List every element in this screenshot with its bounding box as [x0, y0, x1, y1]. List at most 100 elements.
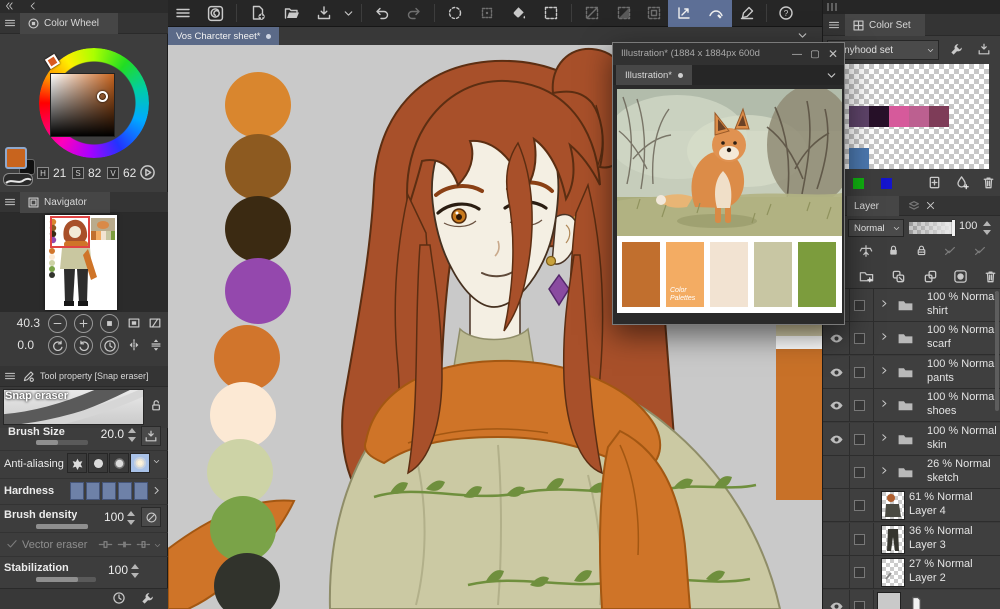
- main-color-chip[interactable]: [5, 147, 27, 169]
- layer-row-shoes[interactable]: 100 % Normal shoes: [823, 389, 1000, 423]
- brush-density-value[interactable]: 100: [94, 510, 124, 524]
- flip-vertical-icon[interactable]: [149, 338, 163, 352]
- back-icon[interactable]: [28, 1, 38, 11]
- transform-settings-icon[interactable]: [859, 244, 873, 258]
- layer-row-Layer 2[interactable]: 27 % Normal Layer 2: [823, 556, 1000, 590]
- tab-color-wheel[interactable]: Color Wheel: [20, 13, 118, 34]
- transparent-color-chip[interactable]: [3, 173, 33, 186]
- toolbar-selection-marquee-icon[interactable]: [535, 0, 567, 27]
- hardness-block-1[interactable]: [70, 482, 84, 500]
- stabilization-value[interactable]: 100: [98, 563, 128, 577]
- layer-row-Layer 3[interactable]: 36 % Normal Layer 3: [823, 522, 1000, 556]
- new-folder-icon[interactable]: [859, 269, 874, 284]
- layer-checkbox[interactable]: [854, 333, 865, 345]
- expand-chevron-icon[interactable]: [879, 398, 890, 409]
- saturation-value-box[interactable]: [50, 73, 115, 137]
- color-set-swatch-0[interactable]: [849, 106, 869, 127]
- brush-density-slider[interactable]: [36, 524, 88, 529]
- hardness-expand-icon[interactable]: [151, 485, 162, 496]
- layer-name[interactable]: shirt: [927, 305, 999, 317]
- reset-tool-icon[interactable]: [112, 591, 126, 605]
- layer-row-paper[interactable]: [823, 589, 1000, 609]
- zoom-reset-button[interactable]: [100, 314, 119, 333]
- blend-mode-select[interactable]: Normal: [848, 219, 904, 237]
- anti-aliasing-chevron-icon[interactable]: [152, 457, 161, 466]
- color-set-swatch-1[interactable]: [869, 106, 889, 127]
- hardness-block-5[interactable]: [134, 482, 148, 500]
- brush-size-stepper[interactable]: [128, 428, 137, 442]
- close-icon[interactable]: ✕: [826, 47, 840, 61]
- edit-color-set-icon[interactable]: [949, 42, 964, 57]
- fit-to-screen-icon[interactable]: [127, 316, 141, 330]
- layer-thumbnail[interactable]: [881, 524, 905, 554]
- saturation-value[interactable]: 82: [88, 166, 101, 180]
- toolbar-main-menu-icon[interactable]: [168, 0, 198, 27]
- layer-checkbox[interactable]: [854, 366, 865, 378]
- panel-menu-icon[interactable]: [4, 370, 16, 382]
- layer-checkbox[interactable]: [854, 533, 865, 545]
- toolbar-help-icon[interactable]: ?: [771, 0, 801, 27]
- toolbar-snap-to-grid-icon[interactable]: [732, 0, 762, 27]
- brush-size-slider[interactable]: [36, 440, 88, 445]
- hardness-block-3[interactable]: [102, 482, 116, 500]
- layer-visibility-toggle[interactable]: [825, 389, 847, 422]
- illustration-tab[interactable]: Illustration*: [616, 65, 692, 85]
- tab-list-chevron-icon[interactable]: [796, 29, 809, 42]
- anti-aliasing-weak-button[interactable]: [88, 453, 108, 473]
- float-tab-chevron-icon[interactable]: [825, 69, 838, 82]
- layer-thumbnail[interactable]: [881, 558, 905, 588]
- rotate-right-button[interactable]: [74, 336, 93, 355]
- layer-mask-icon[interactable]: [953, 269, 968, 284]
- layer-checkbox[interactable]: [854, 300, 865, 311]
- toolbar-save-icon[interactable]: [309, 0, 339, 27]
- layer-visibility-toggle[interactable]: [825, 356, 847, 389]
- import-color-set-icon[interactable]: [977, 42, 991, 56]
- tab-layer[interactable]: Layer: [847, 196, 899, 216]
- layer-row-Layer 4[interactable]: 61 % Normal Layer 4: [823, 489, 1000, 523]
- opacity-stepper[interactable]: [983, 221, 992, 235]
- density-effect-button[interactable]: [141, 507, 161, 527]
- tab-navigator[interactable]: Navigator: [20, 192, 110, 213]
- rotate-value[interactable]: 0.0: [2, 338, 34, 352]
- hue-value[interactable]: 21: [53, 166, 66, 180]
- layer-visibility-toggle[interactable]: [825, 556, 847, 589]
- layer-name[interactable]: sketch: [927, 472, 999, 484]
- color-set-swatch-2[interactable]: [889, 106, 909, 127]
- layer-visibility-toggle[interactable]: [825, 523, 847, 556]
- layer-row-pants[interactable]: 100 % Normal pants: [823, 355, 1000, 389]
- expand-chevron-icon[interactable]: [879, 432, 890, 443]
- hardness-block-2[interactable]: [86, 482, 100, 500]
- layer-name[interactable]: Layer 4: [909, 505, 999, 517]
- collapse-dock-icon[interactable]: [4, 1, 14, 11]
- layer-thumbnail[interactable]: [881, 491, 905, 521]
- toolbar-refresh-spinner-icon[interactable]: [439, 0, 471, 27]
- layer-visibility-toggle[interactable]: [825, 322, 847, 355]
- layer-name[interactable]: pants: [927, 372, 999, 384]
- merge-down-icon[interactable]: [923, 269, 938, 284]
- dock-grip[interactable]: [827, 3, 837, 11]
- layer-scrollbar[interactable]: [995, 291, 999, 411]
- vector-erase-touched-icon[interactable]: [98, 537, 113, 552]
- layer-name[interactable]: scarf: [927, 338, 999, 350]
- minimize-icon[interactable]: —: [790, 47, 804, 61]
- toolbar-fill-icon[interactable]: [503, 0, 535, 27]
- tool-settings-icon[interactable]: [140, 591, 155, 606]
- illustration-float-window[interactable]: Illustration* (1884 x 1884px 600d — ▢ ✕ …: [612, 42, 845, 325]
- vector-erase-intersection-icon[interactable]: [117, 537, 132, 552]
- vector-erase-whole-icon[interactable]: [136, 537, 151, 552]
- expand-chevron-icon[interactable]: [879, 331, 890, 342]
- zoom-value[interactable]: 40.3: [8, 316, 40, 330]
- lock-layer-icon[interactable]: [887, 244, 900, 257]
- delete-layer-icon[interactable]: [983, 269, 998, 284]
- panel-menu-icon[interactable]: [4, 17, 16, 29]
- color-set-swatch-blue[interactable]: [849, 148, 869, 169]
- toolbar-app-logo-icon[interactable]: [198, 0, 232, 27]
- register-color-icon[interactable]: [927, 175, 942, 190]
- layer-name[interactable]: skin: [927, 439, 999, 451]
- actual-size-icon[interactable]: [148, 316, 162, 330]
- layer-opacity-slider[interactable]: [909, 220, 955, 236]
- flip-horizontal-icon[interactable]: [127, 338, 141, 352]
- expand-chevron-icon[interactable]: [879, 298, 890, 309]
- layer-row-shirt[interactable]: 100 % Normal shirt: [823, 289, 1000, 322]
- anti-aliasing-medium-button[interactable]: [109, 453, 129, 473]
